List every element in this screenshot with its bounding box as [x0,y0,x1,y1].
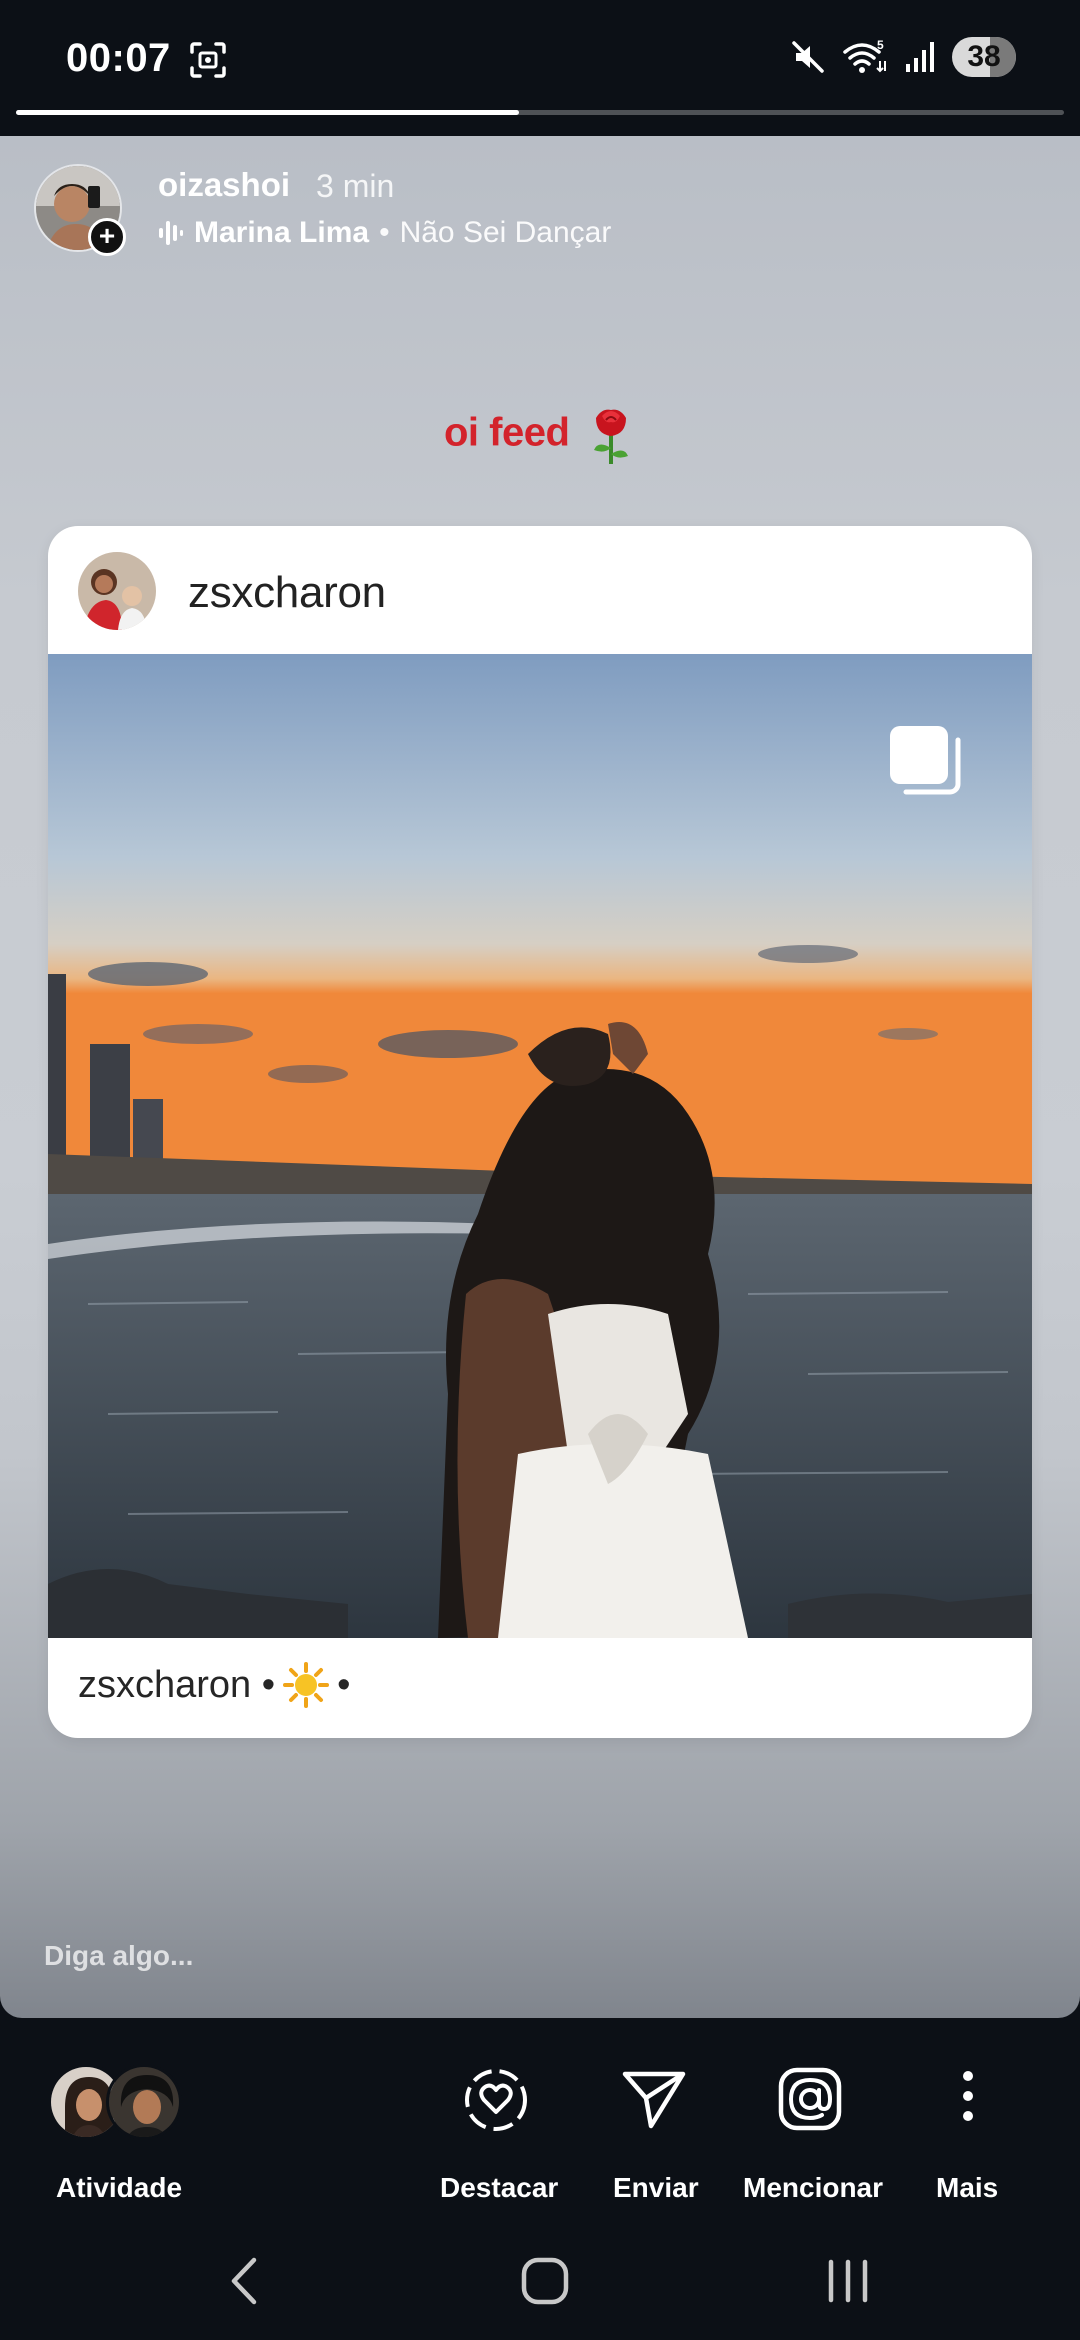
author-username[interactable]: oizashoi [158,166,290,204]
story-caption: oi feed [0,404,1080,466]
highlight-heart-icon [465,2069,527,2131]
story-action-bar: Atividade Destacar Enviar Mencionar Mais [0,2018,1080,2218]
music-song: Não Sei Dançar [399,216,612,249]
shared-post-avatar[interactable] [78,552,156,630]
story-progress-fill [16,110,520,115]
back-chevron-icon [231,2257,257,2305]
mute-icon [792,41,824,73]
mention-icon [778,2067,842,2131]
follow-add-button[interactable]: + [88,218,126,256]
music-artist: Marina Lima [194,216,370,249]
story-header: + oizashoi 3 min Marina Lima • Não Sei D… [34,150,1034,260]
sun-emoji-icon [283,1662,330,1708]
mention-label: Mencionar [743,2172,884,2203]
more-vertical-icon [963,2071,973,2121]
svg-text:5: 5 [877,39,884,52]
signal-icon [906,42,934,72]
wifi-icon: 5 [843,39,886,73]
shared-post-header: zsxcharon [48,526,1032,654]
carousel-icon [890,726,961,795]
shared-post-footer: zsxcharon • • [78,1662,350,1708]
viewer-avatar [106,2064,182,2140]
activity-label: Atividade [56,2172,183,2203]
story-time: 3 min [316,168,395,204]
nav-home-button[interactable] [505,2246,585,2316]
shared-post-username[interactable]: zsxcharon [188,568,386,618]
status-bar: 00:07 5 38 [0,0,1080,92]
more-label: Mais [936,2172,999,2203]
rose-emoji-icon [594,409,629,464]
status-time: 00:07 [66,36,171,80]
shared-post-image[interactable] [48,654,1032,1638]
screenshot-icon [190,42,226,78]
recents-icon [828,2259,868,2303]
music-separator: • [379,216,390,249]
nav-recents-button[interactable] [808,2246,888,2316]
reply-input[interactable] [44,1940,744,1972]
system-nav-bar [0,2218,1080,2340]
audio-bars-icon [159,221,183,245]
shared-post-caption-prefix: zsxcharon • [78,1663,276,1706]
shared-post-caption-suffix: • [337,1663,351,1706]
nav-back-button[interactable] [204,2246,284,2316]
shared-post-card[interactable]: zsxcharon zsxcharon • • [48,526,1032,1738]
story-progress-bar [16,110,1064,115]
story-canvas[interactable]: + oizashoi 3 min Marina Lima • Não Sei D… [0,136,1080,2018]
battery-indicator: 38 [952,37,1016,77]
music-sticker[interactable]: Marina Lima • Não Sei Dançar [158,216,611,250]
highlight-label: Destacar [440,2172,559,2203]
battery-level: 38 [967,40,1001,73]
story-caption-text: oi feed [443,410,570,455]
status-icons: 5 38 [790,34,1016,80]
send-label: Enviar [613,2172,699,2203]
home-square-icon [521,2257,569,2305]
send-icon [622,2071,686,2129]
